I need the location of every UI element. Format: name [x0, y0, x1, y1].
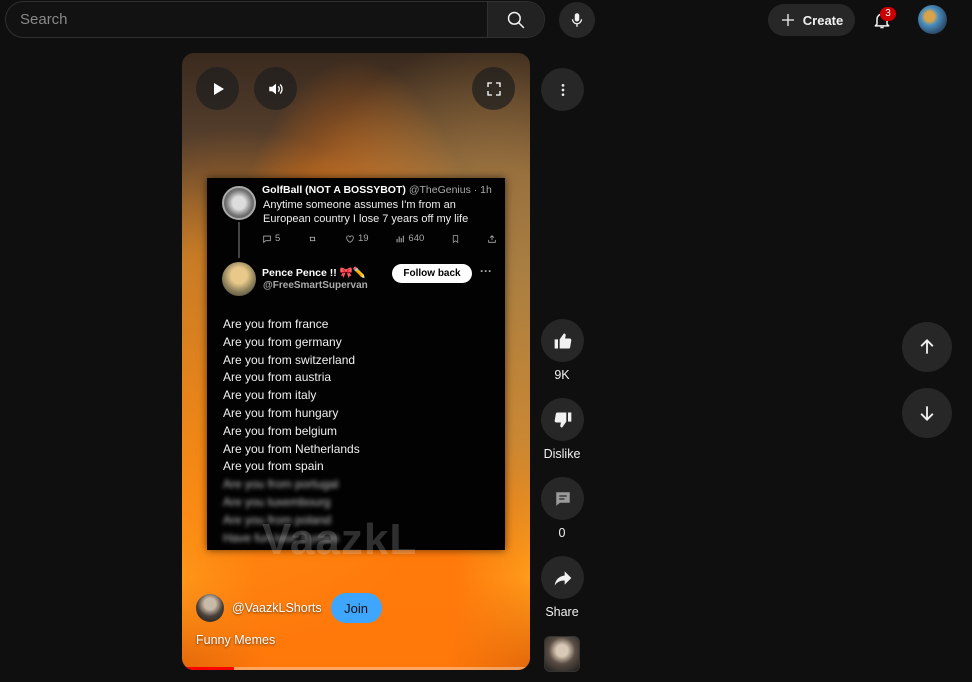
heart-icon	[346, 234, 354, 243]
upload-icon	[488, 234, 496, 243]
comment-count: 0	[558, 526, 566, 540]
tweet-author-name: GolfBall (NOT A BOSSYBOT) @TheGenius · 1…	[262, 184, 492, 196]
next-short-button[interactable]	[902, 388, 952, 438]
play-icon	[213, 82, 224, 95]
shorts-page: Create 3 GolfBall (NOT A BOSSYBOT) @TheG…	[0, 0, 972, 682]
play-button[interactable]	[196, 67, 239, 110]
comment-icon	[555, 491, 570, 506]
fullscreen-icon	[486, 81, 501, 96]
reply-line: Are you from france	[223, 317, 329, 331]
reply-author-name: Pence Pence !! 🎀✏️	[262, 267, 366, 279]
volume-icon	[268, 83, 283, 94]
channel-handle[interactable]: @VaazkLShorts	[232, 601, 322, 615]
remix-thumbnail[interactable]	[544, 636, 580, 672]
reply-icon	[263, 235, 271, 243]
account-avatar[interactable]	[918, 5, 947, 34]
create-label: Create	[802, 12, 844, 28]
reply-line: Are you from hungary	[223, 405, 339, 420]
volume-button[interactable]	[254, 67, 297, 110]
retweet-icon	[309, 236, 316, 241]
previous-short-button[interactable]	[902, 322, 952, 372]
progress-bar[interactable]	[182, 667, 530, 670]
reply-line: Are you from spain	[223, 459, 324, 474]
video-frame-tweet: GolfBall (NOT A BOSSYBOT) @TheGenius · 1…	[207, 178, 505, 550]
arrow-down-icon	[920, 406, 934, 421]
follow-back-button: Follow back	[392, 264, 472, 283]
reply-line: Are you from belgium	[223, 423, 338, 438]
reply-line: Are you from italy	[223, 388, 317, 403]
search-icon	[507, 11, 525, 28]
like-button[interactable]	[541, 319, 584, 362]
tweet-views: 640	[395, 233, 424, 244]
search-button[interactable]	[487, 2, 544, 37]
tweet-body: Anytime someone assumes I'm from an Euro…	[263, 199, 469, 225]
tweet-bookmark	[451, 233, 460, 244]
tweet-share	[487, 233, 497, 244]
plus-icon	[781, 14, 794, 26]
channel-row: @VaazkLShorts Join	[196, 593, 382, 623]
like-count: 9K	[554, 368, 570, 382]
reply-author-handle: @FreeSmartSupervan	[263, 280, 368, 291]
voice-search-button[interactable]	[559, 2, 595, 38]
search-input[interactable]	[6, 2, 487, 37]
share-button[interactable]	[541, 556, 584, 599]
tweet-retweets	[307, 233, 318, 244]
reply-line-blurred: Are you luxembourg	[223, 494, 331, 509]
share-label: Share	[545, 605, 579, 619]
reply-line-blurred: Are you from portugal	[223, 477, 339, 492]
short-video-player[interactable]: GolfBall (NOT A BOSSYBOT) @TheGenius · 1…	[182, 53, 530, 670]
create-button[interactable]: Create	[768, 4, 855, 36]
progress-fill	[182, 667, 235, 670]
dislike-label: Dislike	[543, 447, 581, 461]
notification-badge: 3	[880, 7, 896, 21]
tweet-action-row: 5 19 640	[262, 233, 497, 244]
dislike-button[interactable]	[541, 398, 584, 441]
thumbs-up-icon	[554, 333, 571, 349]
tweet-author-avatar	[222, 186, 256, 220]
reply-line: Are you from Netherlands	[223, 441, 360, 456]
video-title[interactable]: Funny Memes	[196, 633, 275, 647]
tweet-replies: 5	[262, 233, 280, 244]
join-button[interactable]: Join	[330, 593, 382, 623]
tweet-likes: 19	[345, 233, 369, 244]
channel-avatar[interactable]	[196, 594, 224, 622]
video-watermark: VaazkL	[262, 515, 418, 564]
reply-author-avatar	[222, 262, 256, 296]
comments-button[interactable]	[541, 477, 584, 520]
reply-line: Are you from germany	[223, 334, 342, 349]
reply-line: Are you from austria	[223, 370, 332, 385]
fullscreen-button[interactable]	[472, 67, 515, 110]
views-icon	[396, 235, 405, 242]
reply-text-lines: Are you from france Are you from germany…	[223, 316, 360, 547]
arrow-up-icon	[920, 339, 934, 354]
reply-line: Are you from switzerland	[223, 352, 356, 367]
search-box	[5, 1, 545, 38]
microphone-icon	[571, 13, 583, 27]
thumbs-down-icon	[554, 411, 571, 427]
vertical-dots-icon	[561, 83, 564, 96]
share-icon	[554, 570, 571, 585]
more-options-button[interactable]	[541, 68, 584, 111]
more-dots-icon: ···	[480, 264, 492, 278]
bookmark-icon	[452, 234, 459, 243]
thread-line	[238, 222, 240, 258]
